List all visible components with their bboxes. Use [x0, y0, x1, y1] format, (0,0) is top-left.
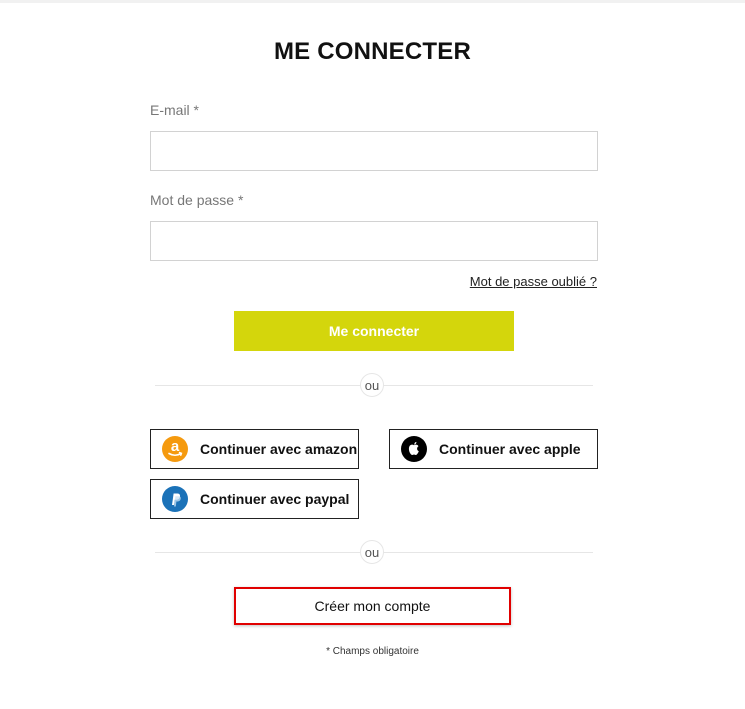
paypal-login-label: Continuer avec paypal: [200, 491, 350, 507]
amazon-login-label: Continuer avec amazon: [200, 441, 358, 457]
login-button[interactable]: Me connecter: [234, 311, 514, 351]
page-title: ME CONNECTER: [273, 38, 472, 65]
password-label-text: Mot de passe: [150, 192, 235, 208]
divider-or-label: ou: [360, 373, 384, 397]
apple-login-label: Continuer avec apple: [439, 441, 581, 457]
password-input[interactable]: [150, 221, 598, 261]
password-label: Mot de passe *: [150, 192, 243, 208]
email-required-marker: *: [189, 102, 200, 118]
divider-or-label: ou: [360, 540, 384, 564]
email-input[interactable]: [150, 131, 598, 171]
email-label: E-mail *: [150, 102, 199, 118]
svg-text:a: a: [171, 438, 180, 455]
top-border: [0, 0, 745, 3]
required-fields-note: * Champs obligatoire: [326, 646, 419, 657]
email-label-text: E-mail: [150, 102, 190, 118]
divider-or-2: ou: [155, 540, 593, 564]
apple-login-button[interactable]: Continuer avec apple: [389, 429, 598, 469]
amazon-login-button[interactable]: a Continuer avec amazon: [150, 429, 359, 469]
forgot-password-link[interactable]: Mot de passe oublié ?: [470, 274, 597, 289]
apple-logo-icon: [401, 436, 427, 462]
paypal-logo-icon: [162, 486, 188, 512]
paypal-login-button[interactable]: Continuer avec paypal: [150, 479, 359, 519]
divider-or-1: ou: [155, 373, 593, 397]
amazon-logo-icon: a: [162, 436, 188, 462]
password-required-marker: *: [234, 192, 244, 208]
create-account-button[interactable]: Créer mon compte: [234, 587, 511, 625]
